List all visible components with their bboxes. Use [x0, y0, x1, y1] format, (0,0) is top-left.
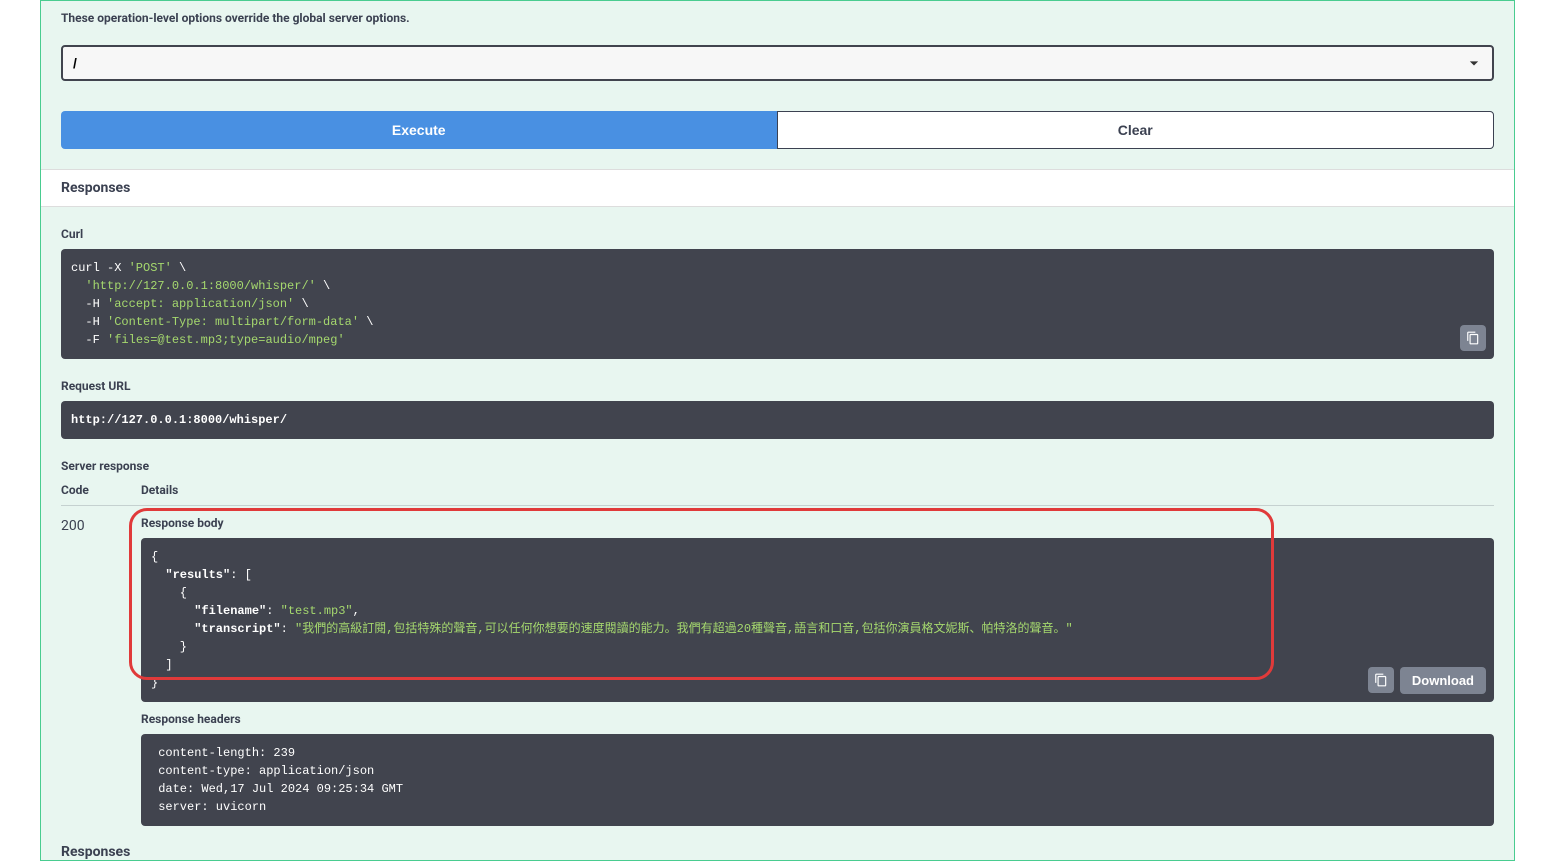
copy-response-button[interactable] [1368, 667, 1394, 693]
override-caption: These operation-level options override t… [61, 11, 1494, 25]
response-table-header: Code Details [61, 483, 1494, 506]
clipboard-icon [1374, 673, 1388, 687]
response-body-block: { "results": [ { "filename": "test.mp3",… [141, 538, 1494, 702]
responses-footer-label: Responses [61, 844, 1494, 860]
response-body-label: Response body [141, 516, 1494, 530]
curl-code-block: curl -X 'POST' \ 'http://127.0.0.1:8000/… [61, 249, 1494, 359]
request-url-block: http://127.0.0.1:8000/whisper/ [61, 401, 1494, 439]
response-headers-label: Response headers [141, 712, 1494, 726]
request-url-label: Request URL [61, 379, 1494, 393]
responses-heading: Responses [61, 180, 1494, 196]
response-headers-block: content-length: 239 content-type: applic… [141, 734, 1494, 826]
execute-button[interactable]: Execute [61, 111, 777, 149]
status-code: 200 [61, 516, 141, 826]
code-column-header: Code [61, 483, 141, 497]
details-column-header: Details [141, 483, 1494, 497]
download-button[interactable]: Download [1400, 667, 1486, 694]
action-button-row: Execute Clear [61, 111, 1494, 149]
copy-curl-button[interactable] [1460, 325, 1486, 351]
curl-label: Curl [61, 227, 1494, 241]
clipboard-icon [1466, 331, 1480, 345]
clear-button[interactable]: Clear [777, 111, 1495, 149]
server-select[interactable]: / [61, 45, 1494, 81]
responses-section-header: Responses [41, 169, 1514, 207]
server-response-label: Server response [61, 459, 1494, 473]
